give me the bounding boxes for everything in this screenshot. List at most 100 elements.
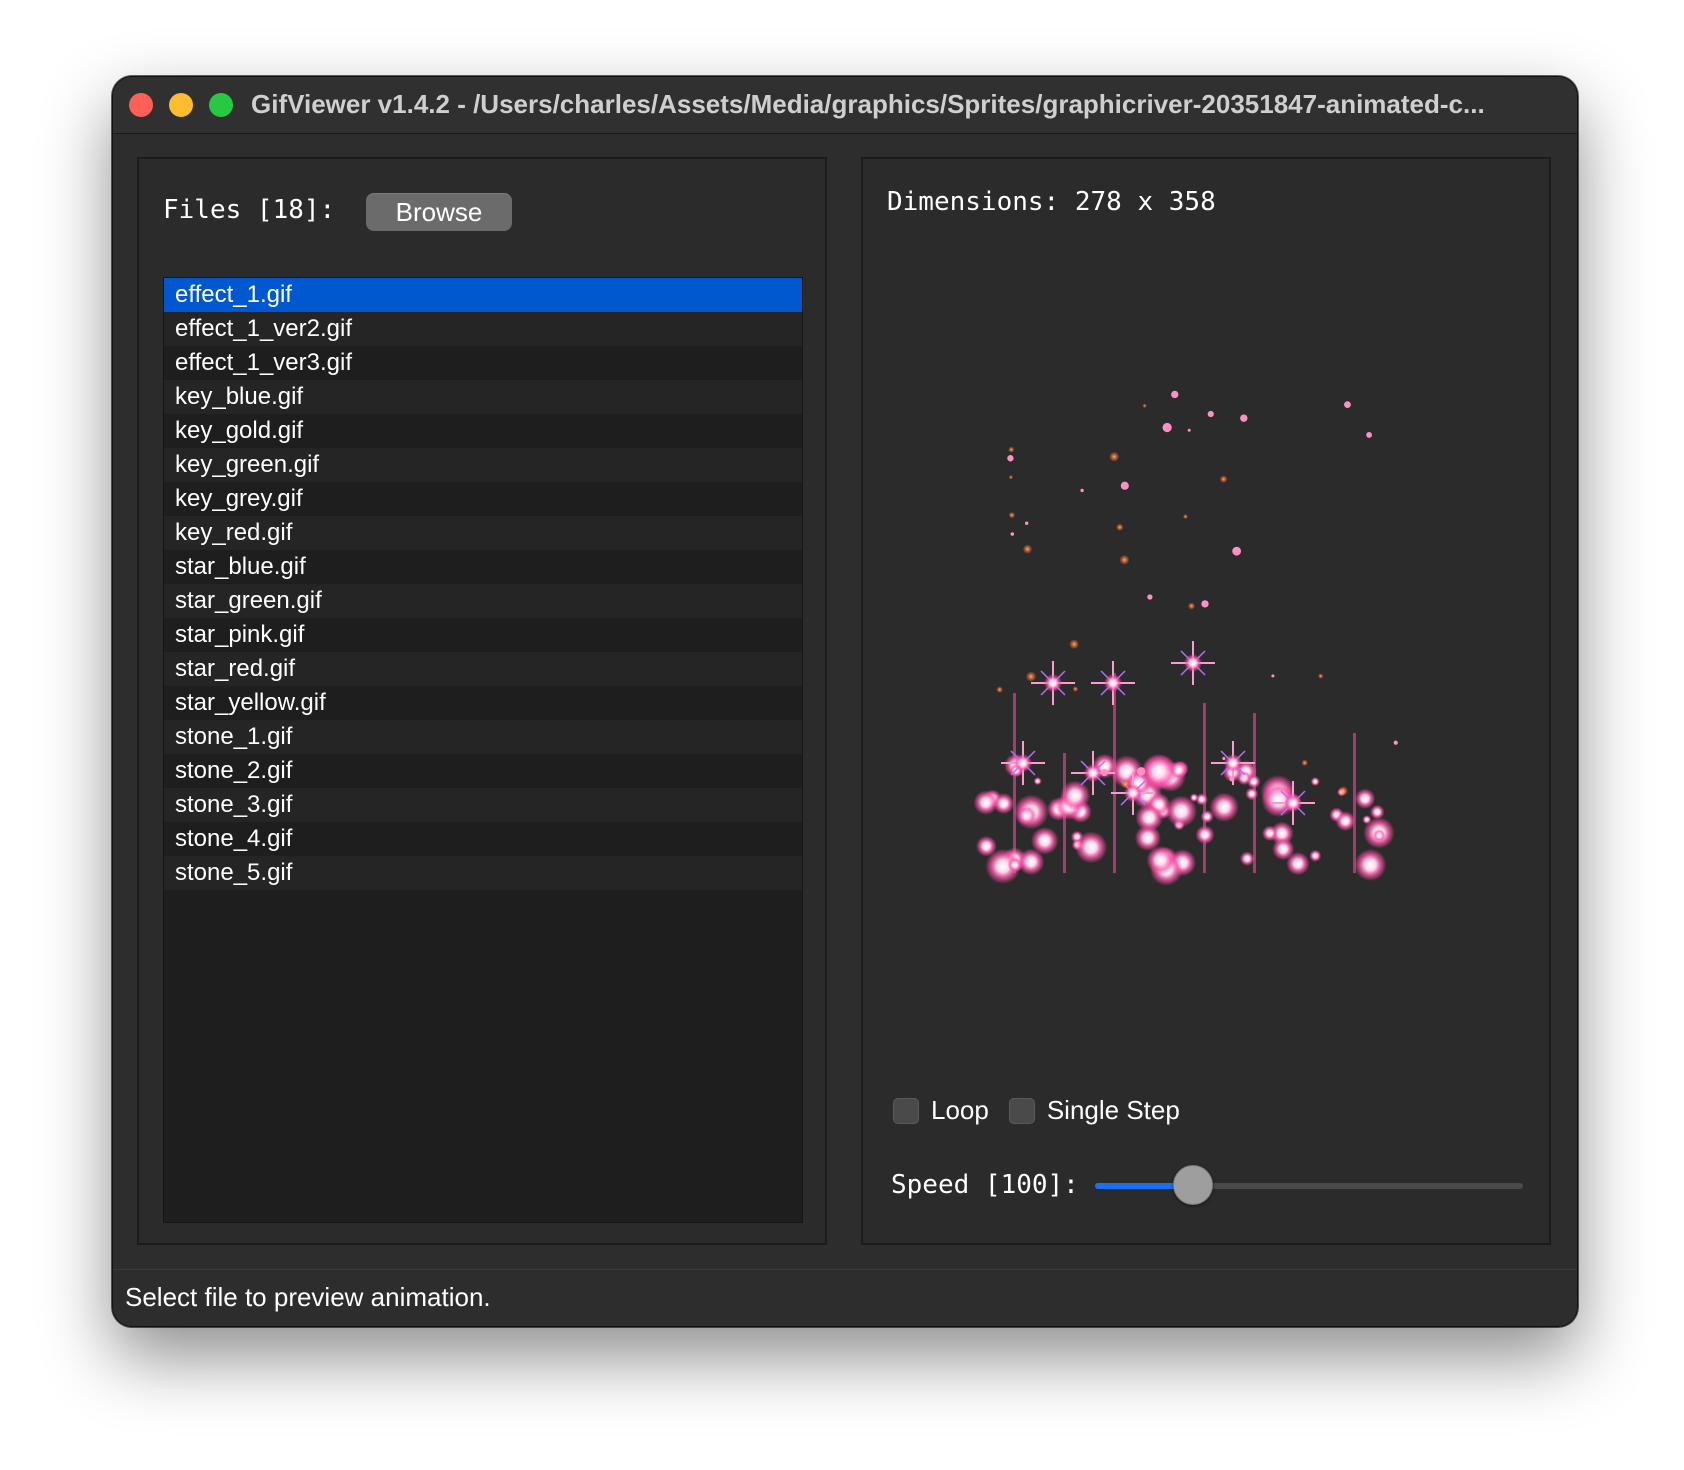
sparkle-particle bbox=[1171, 390, 1179, 399]
sparkle-particle bbox=[1119, 555, 1130, 565]
file-list-item[interactable]: stone_5.gif bbox=[164, 856, 802, 890]
sparkle-particle bbox=[1354, 848, 1387, 881]
sparkle-particle bbox=[1272, 838, 1295, 861]
sparkle-particle bbox=[1044, 674, 1062, 692]
sparkle-particle bbox=[1195, 825, 1215, 845]
sparkle-particle bbox=[1146, 845, 1175, 875]
file-list-item[interactable]: star_green.gif bbox=[164, 584, 802, 618]
sparkle-particle bbox=[1016, 805, 1037, 826]
speed-slider-track[interactable] bbox=[1095, 1183, 1523, 1189]
app-window: GifViewer v1.4.2 - /Users/charles/Assets… bbox=[112, 76, 1578, 1327]
file-list-item[interactable]: stone_2.gif bbox=[164, 754, 802, 788]
file-list-item[interactable]: key_red.gif bbox=[164, 516, 802, 550]
sparkle-particle bbox=[1120, 481, 1129, 490]
speed-slider-knob[interactable] bbox=[1173, 1165, 1214, 1205]
sparkle-particle bbox=[993, 793, 1015, 815]
files-count-label: Files [18]: bbox=[163, 195, 336, 225]
file-list-item[interactable]: effect_1_ver3.gif bbox=[164, 346, 802, 380]
sparkle-particle bbox=[1033, 777, 1042, 786]
sparkle-particle bbox=[1162, 422, 1172, 433]
sparkle-particle bbox=[1239, 851, 1255, 866]
file-list-item[interactable]: key_gold.gif bbox=[164, 414, 802, 448]
sparkle-particle bbox=[1187, 428, 1191, 432]
file-list-item[interactable]: key_grey.gif bbox=[164, 482, 802, 516]
sparkle-particle bbox=[1060, 780, 1091, 811]
title-bar: GifViewer v1.4.2 - /Users/charles/Assets… bbox=[113, 77, 1577, 134]
file-list-item[interactable]: star_blue.gif bbox=[164, 550, 802, 584]
sparkle-particle bbox=[1335, 811, 1356, 831]
sparkle-particle bbox=[1104, 674, 1122, 692]
sparkle-particle bbox=[1008, 446, 1015, 453]
sparkle-particle bbox=[1023, 544, 1032, 554]
single-step-checkbox[interactable] bbox=[1008, 1097, 1035, 1124]
sparkle-particle bbox=[1017, 848, 1045, 876]
sparkle-particle bbox=[1136, 767, 1146, 776]
sparkle-particle bbox=[1207, 410, 1214, 418]
window-title: GifViewer v1.4.2 - /Users/charles/Assets… bbox=[251, 89, 1485, 119]
sparkle-particle bbox=[1084, 764, 1102, 782]
sparkle-particle bbox=[1366, 432, 1373, 438]
sparkle-particle bbox=[1075, 831, 1108, 864]
sparkle-particle bbox=[1147, 594, 1153, 600]
sparkle-particle bbox=[1142, 403, 1147, 408]
sparkle-particle bbox=[1203, 703, 1206, 873]
file-list-item[interactable]: key_blue.gif bbox=[164, 380, 802, 414]
sparkle-particle bbox=[1008, 512, 1015, 519]
file-list-item[interactable]: stone_4.gif bbox=[164, 822, 802, 856]
sparkle-particle bbox=[1369, 804, 1385, 820]
sparkle-particle bbox=[1189, 793, 1199, 802]
animation-preview bbox=[973, 390, 1398, 886]
sparkle-particle bbox=[1121, 779, 1130, 789]
single-step-label: Single Step bbox=[1046, 1095, 1180, 1125]
file-list-item[interactable]: key_green.gif bbox=[164, 448, 802, 482]
close-window-button[interactable] bbox=[129, 93, 153, 117]
file-list-item[interactable]: effect_1.gif bbox=[164, 278, 802, 312]
sparkle-particle bbox=[1024, 521, 1029, 525]
file-list-item[interactable]: star_red.gif bbox=[164, 652, 802, 686]
sparkle-particle bbox=[1354, 788, 1376, 809]
file-list-item[interactable]: star_pink.gif bbox=[164, 618, 802, 652]
sparkle-particle bbox=[1232, 546, 1242, 556]
sparkle-particle bbox=[976, 835, 997, 857]
sparkle-particle bbox=[1209, 792, 1239, 822]
dimensions-label: Dimensions: 278 x 358 bbox=[887, 187, 1216, 217]
sparkle-particle bbox=[1222, 756, 1226, 761]
file-list[interactable]: effect_1.gif effect_1_ver2.gif effect_1_ve… bbox=[163, 277, 803, 1223]
sparkle-particle bbox=[1069, 639, 1079, 649]
file-list-item[interactable]: effect_1_ver2.gif bbox=[164, 312, 802, 346]
sparkle-particle bbox=[1338, 786, 1348, 796]
sparkle-particle bbox=[1224, 754, 1242, 772]
files-panel: Files [18]: Browse effect_1.gif effect_1_… bbox=[137, 157, 827, 1245]
sparkle-particle bbox=[1318, 673, 1324, 679]
sparkle-particle bbox=[1008, 475, 1013, 480]
sparkle-particle bbox=[1219, 475, 1228, 483]
sparkle-particle bbox=[1373, 829, 1386, 842]
sparkle-particle bbox=[1026, 671, 1036, 682]
sparkle-particle bbox=[1116, 523, 1124, 531]
loop-checkbox[interactable] bbox=[893, 1097, 919, 1124]
browse-button[interactable]: Browse bbox=[366, 193, 512, 231]
minimize-window-button[interactable] bbox=[169, 93, 193, 117]
sparkle-particle bbox=[1393, 740, 1398, 745]
sparkle-particle bbox=[1309, 849, 1322, 862]
sparkle-particle bbox=[1183, 514, 1188, 519]
file-list-item[interactable]: stone_1.gif bbox=[164, 720, 802, 754]
sparkle-particle bbox=[1014, 754, 1032, 772]
file-list-item[interactable]: star_yellow.gif bbox=[164, 686, 802, 720]
sparkle-particle bbox=[1245, 787, 1259, 801]
sparkle-particle bbox=[1010, 532, 1015, 536]
sparkle-particle bbox=[1301, 759, 1308, 766]
sparkle-particle bbox=[1080, 488, 1084, 493]
preview-panel: Dimensions: 278 x 358 Loop Single Step S… bbox=[861, 157, 1551, 1245]
sparkle-particle bbox=[1013, 693, 1016, 873]
sparkle-particle bbox=[1109, 452, 1119, 462]
file-list-item[interactable]: stone_3.gif bbox=[164, 788, 802, 822]
playback-options: Loop Single Step bbox=[893, 1095, 1200, 1126]
sparkle-particle bbox=[1240, 414, 1248, 422]
status-bar: Select file to preview animation. bbox=[113, 1269, 1577, 1326]
sparkle-particle bbox=[1353, 733, 1356, 873]
maximize-window-button[interactable] bbox=[209, 93, 233, 117]
sparkle-particle bbox=[1284, 794, 1302, 812]
sparkle-particle bbox=[1310, 777, 1320, 787]
sparkle-particle bbox=[1184, 654, 1202, 672]
